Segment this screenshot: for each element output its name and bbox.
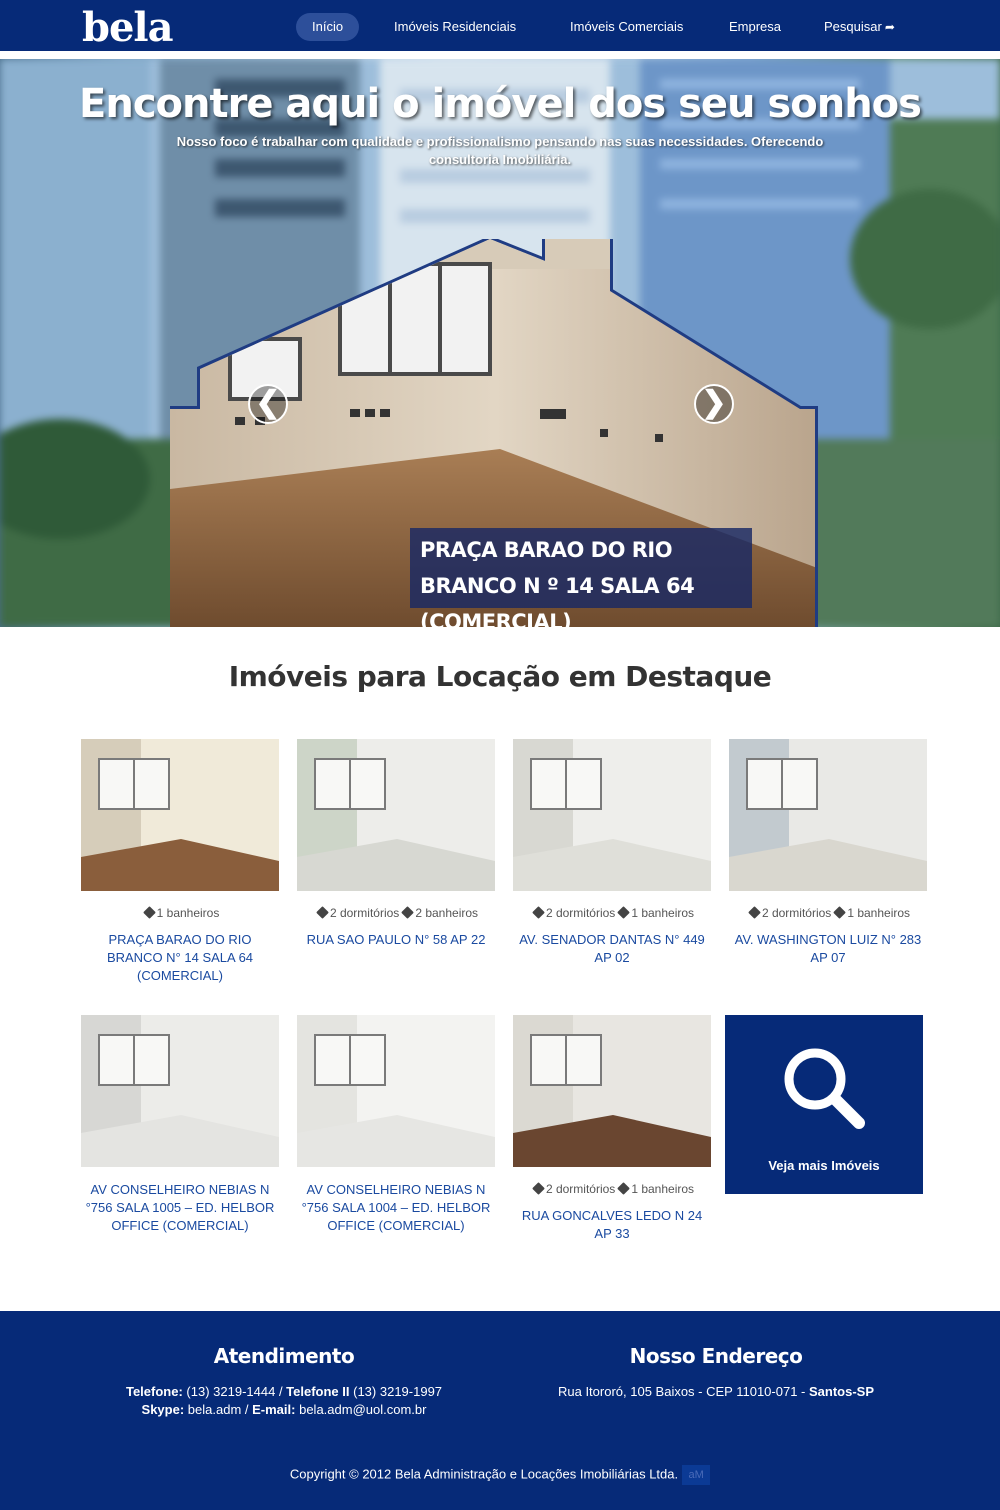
listing-features: 2 dormitórios 1 banheiros — [513, 1181, 711, 1197]
tag-icon — [748, 906, 761, 919]
see-more-label: Veja mais Imóveis — [768, 1158, 880, 1173]
listing-features: 1 banheiros — [81, 905, 279, 921]
skype-label: Skype: — [141, 1402, 185, 1417]
listing-card[interactable]: 2 dormitórios 1 banheiros AV. WASHINGTON L… — [729, 739, 927, 967]
listing-card[interactable]: AV CONSELHEIRO NEBIAS N °756 SALA 1005 –… — [81, 1015, 279, 1235]
listing-feature: 2 banheiros — [415, 906, 479, 920]
top-navbar: bela Início Imóveis Residenciais Imóveis… — [0, 0, 1000, 55]
slide-caption[interactable]: PRAÇA BARAO DO RIO BRANCO N º 14 SALA 64… — [410, 528, 752, 627]
listing-features: 2 dormitórios 2 banheiros — [297, 905, 495, 921]
phone2-label: Telefone II — [286, 1384, 350, 1399]
listing-address-link[interactable]: AV. WASHINGTON LUIZ N° 283 AP 07 — [729, 931, 927, 967]
footer-address: Rua Itororó, 105 Baixos - CEP 11010-071 … — [516, 1383, 916, 1401]
hero-banner: Encontre aqui o imóvel dos seu sonhos No… — [0, 59, 1000, 627]
copyright-text: Copyright © 2012 Bela Administração e Lo… — [289, 1466, 679, 1482]
address-text: Rua Itororó, 105 Baixos - CEP 11010-071 … — [557, 1384, 806, 1399]
listing-address-link[interactable]: AV. SENADOR DANTAS N° 449 AP 02 — [513, 931, 711, 967]
nav-item-imoveis-comerciais[interactable]: Imóveis Comerciais — [554, 13, 699, 41]
carousel-prev-button[interactable]: ❮ — [248, 384, 288, 424]
section-title: Imóveis para Locação em Destaque — [228, 660, 772, 693]
hero-title: Encontre aqui o imóvel dos seu sonhos — [79, 81, 922, 127]
listing-photo[interactable] — [513, 739, 711, 891]
nav-item-pesquisar-label: Pesquisar — [824, 19, 882, 34]
email-label: E-mail: — [252, 1402, 296, 1417]
share-arrow-icon: ➦ — [884, 20, 895, 34]
footer-contact: Telefone: (13) 3219-1444 / Telefone II (… — [125, 1384, 443, 1417]
nav-item-pesquisar[interactable]: Pesquisar ➦ — [808, 13, 911, 41]
listing-photo[interactable] — [81, 739, 279, 891]
search-icon — [784, 1048, 865, 1129]
listing-card[interactable]: 1 banheiros PRAÇA BARAO DO RIO BRANCO N° … — [81, 739, 279, 985]
listing-photo[interactable] — [729, 739, 927, 891]
carousel-next-button[interactable]: ❯ — [694, 384, 734, 424]
listing-feature: 1 banheiros — [847, 906, 911, 920]
listing-feature: 1 banheiros — [156, 906, 220, 920]
listing-card[interactable]: 2 dormitórios 2 banheiros RUA SAO PAULO N°… — [297, 739, 495, 949]
listing-card[interactable]: AV CONSELHEIRO NEBIAS N °756 SALA 1004 –… — [297, 1015, 495, 1235]
nav-item-empresa[interactable]: Empresa — [713, 13, 797, 41]
nav-item-inicio[interactable]: Início — [296, 13, 360, 41]
listing-photo[interactable] — [513, 1015, 711, 1167]
listing-photo[interactable] — [81, 1015, 279, 1167]
listing-address-link[interactable]: RUA GONCALVES LEDO N 24 AP 33 — [513, 1207, 711, 1243]
listing-card[interactable]: 2 dormitórios 1 banheiros AV. SENADOR DANT… — [513, 739, 711, 967]
listing-photo[interactable] — [297, 739, 495, 891]
listing-address-link[interactable]: AV CONSELHEIRO NEBIAS N °756 SALA 1004 –… — [297, 1181, 495, 1235]
email-value[interactable]: bela.adm@uol.com.br — [299, 1402, 426, 1417]
see-more-button[interactable]: Veja mais Imóveis — [725, 1015, 923, 1194]
footer-endereco-title: Nosso Endereço — [629, 1344, 803, 1368]
listing-feature: 1 banheiros — [631, 906, 695, 920]
tag-icon — [833, 906, 847, 919]
copyright: Copyright © 2012 Bela Administração e Lo… — [0, 1465, 1000, 1485]
tag-icon — [532, 906, 545, 919]
hero-subtitle: Nosso foco é trabalhar com qualidade e p… — [176, 134, 824, 167]
listing-feature: 2 dormitórios — [545, 1182, 616, 1196]
footer-atendimento-title: Atendimento — [213, 1344, 355, 1368]
listing-feature: 1 banheiros — [631, 1182, 695, 1196]
listing-feature: 2 dormitórios — [761, 906, 832, 920]
address-city: Santos-SP — [809, 1384, 875, 1399]
listing-features: 2 dormitórios 1 banheiros — [513, 905, 711, 921]
developer-badge[interactable]: aM — [682, 1465, 711, 1485]
tag-icon — [617, 906, 631, 919]
listing-features: 2 dormitórios 1 banheiros — [729, 905, 927, 921]
footer: Atendimento Telefone: (13) 3219-1444 / T… — [0, 1311, 1000, 1510]
tag-icon — [316, 906, 329, 919]
phone2-value[interactable]: (13) 3219-1997 — [353, 1384, 442, 1399]
logo[interactable]: bela — [82, 4, 174, 51]
listing-address-link[interactable]: PRAÇA BARAO DO RIO BRANCO N° 14 SALA 64 … — [81, 931, 279, 985]
tag-icon — [401, 906, 415, 919]
listing-feature: 2 dormitórios — [545, 906, 616, 920]
phone-label: Telefone: — [125, 1384, 183, 1399]
tag-icon — [142, 906, 156, 919]
listing-card[interactable]: 2 dormitórios 1 banheiros RUA GONCALVES LE… — [513, 1015, 711, 1243]
phone-value[interactable]: (13) 3219-1444 — [186, 1384, 275, 1399]
listing-address-link[interactable]: RUA SAO PAULO N° 58 AP 22 — [297, 931, 495, 949]
tag-icon — [617, 1182, 631, 1195]
nav-item-imoveis-residenciais[interactable]: Imóveis Residenciais — [378, 13, 532, 41]
listing-photo[interactable] — [297, 1015, 495, 1167]
listing-feature: 2 dormitórios — [329, 906, 400, 920]
tag-icon — [532, 1182, 545, 1195]
skype-value[interactable]: bela.adm — [188, 1402, 241, 1417]
listing-address-link[interactable]: AV CONSELHEIRO NEBIAS N °756 SALA 1005 –… — [81, 1181, 279, 1235]
